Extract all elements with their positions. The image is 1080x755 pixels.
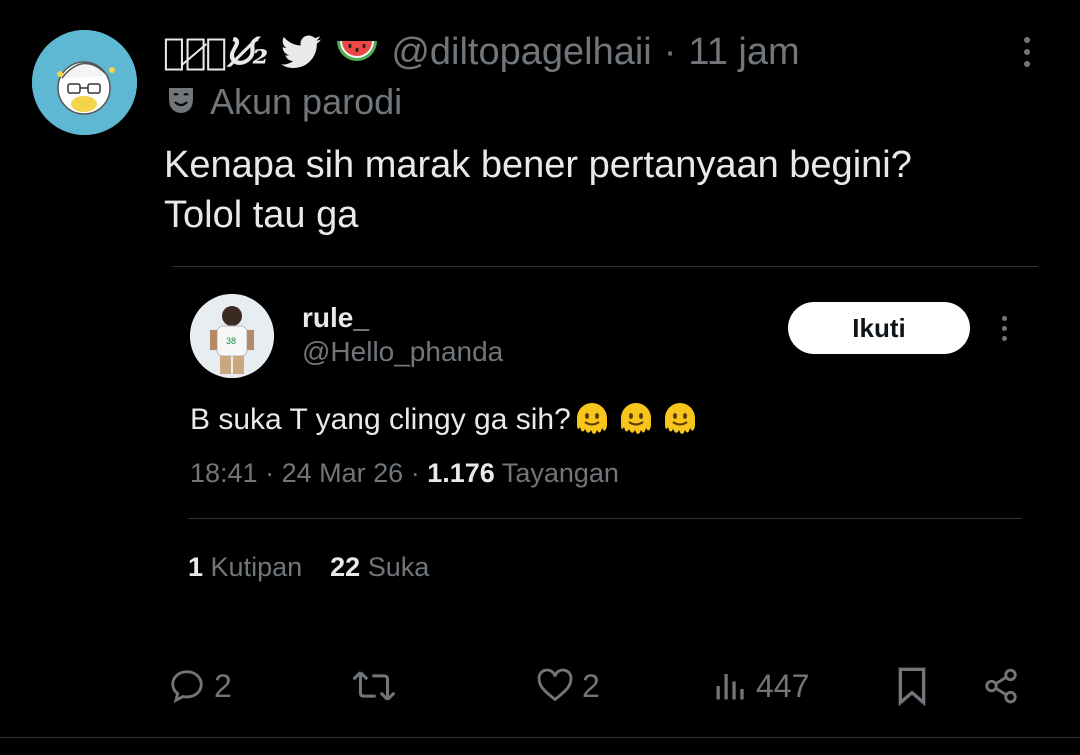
tweet-time[interactable]: 11 jam xyxy=(688,31,799,74)
repost-button[interactable] xyxy=(352,656,396,716)
share-button[interactable] xyxy=(982,656,1020,716)
theater-mask-icon xyxy=(166,85,196,120)
views-count: 447 xyxy=(756,667,810,704)
reply-icon xyxy=(168,667,206,705)
more-options-icon[interactable] xyxy=(990,308,1018,348)
tweet-text-line: Kenapa sih marak bener pertanyaan begini… xyxy=(164,144,912,186)
quoted-tweet-text-row: B suka T yang clingy ga sih? xyxy=(190,400,699,440)
quotes-stat[interactable]: 1 Kutipan xyxy=(188,552,302,583)
author-avatar[interactable] xyxy=(32,30,137,135)
quoted-tweet-meta: 18:41 · 24 Mar 26 · 1.176 Tayangan xyxy=(190,458,619,489)
views-button[interactable]: 447 xyxy=(712,656,809,716)
tweet[interactable]: ﾉﾞ̷ℕᙀ̸₂ @diltopagelhaii · 11 jam Akun pa… xyxy=(0,0,1080,755)
quoted-tweet-text: B suka T yang clingy ga sih? xyxy=(190,403,571,436)
parody-label-row: Akun parodi xyxy=(166,80,402,124)
divider xyxy=(188,518,1022,519)
tweet-text-line: Tolol tau ga xyxy=(164,194,359,236)
bookmark-button[interactable] xyxy=(894,656,930,716)
parody-label: Akun parodi xyxy=(210,81,403,122)
tweet-text: Kenapa sih marak bener pertanyaan begini… xyxy=(164,140,1044,240)
quoted-views-label: Tayangan xyxy=(501,458,619,488)
divider xyxy=(172,266,1038,267)
quoted-views-count: 1.176 xyxy=(427,458,495,488)
quotes-count: 1 xyxy=(188,552,204,582)
like-count: 2 xyxy=(582,667,600,704)
heart-icon xyxy=(536,667,574,705)
quoted-author-handle[interactable]: @Hello_phanda xyxy=(302,336,503,368)
action-bar: 2 2 447 xyxy=(0,656,1080,716)
quoted-tweet-date[interactable]: 24 Mar 26 xyxy=(282,458,404,488)
likes-label: Suka xyxy=(367,552,430,582)
author-display-name[interactable]: ﾉﾞ̷ℕᙀ̸₂ xyxy=(163,31,268,74)
bottom-divider xyxy=(0,737,1080,755)
reply-button[interactable]: 2 xyxy=(168,656,232,716)
quoted-author-avatar[interactable]: 38 xyxy=(190,294,274,378)
melting-face-icon xyxy=(617,400,655,440)
bookmark-icon xyxy=(894,666,930,706)
separator-dot: · xyxy=(265,458,275,488)
likes-stat[interactable]: 22 Suka xyxy=(330,552,429,583)
like-button[interactable]: 2 xyxy=(536,656,600,716)
likes-count: 22 xyxy=(330,552,361,582)
quoted-author-name[interactable]: rule_ xyxy=(302,302,369,334)
separator-dot: · xyxy=(663,30,677,73)
repost-icon xyxy=(352,667,396,705)
share-icon xyxy=(982,667,1020,705)
quoted-tweet-time[interactable]: 18:41 xyxy=(190,458,258,488)
author-handle[interactable]: @diltopagelhaii xyxy=(391,31,651,74)
melting-face-icon xyxy=(573,400,611,440)
quoted-tweet-stats: 1 Kutipan 22 Suka xyxy=(188,552,429,583)
reply-count: 2 xyxy=(214,667,232,704)
author-name-row: ﾉﾞ̷ℕᙀ̸₂ @diltopagelhaii · 11 jam xyxy=(163,24,800,80)
more-options-icon[interactable] xyxy=(1010,30,1044,74)
melting-face-icon xyxy=(661,400,699,440)
svg-text:38: 38 xyxy=(226,336,236,346)
quotes-label: Kutipan xyxy=(210,552,303,582)
views-icon xyxy=(712,668,748,704)
separator-dot: · xyxy=(410,458,420,488)
follow-button[interactable]: Ikuti xyxy=(788,302,970,354)
twitter-bird-icon xyxy=(279,32,323,72)
watermelon-icon xyxy=(335,32,379,72)
